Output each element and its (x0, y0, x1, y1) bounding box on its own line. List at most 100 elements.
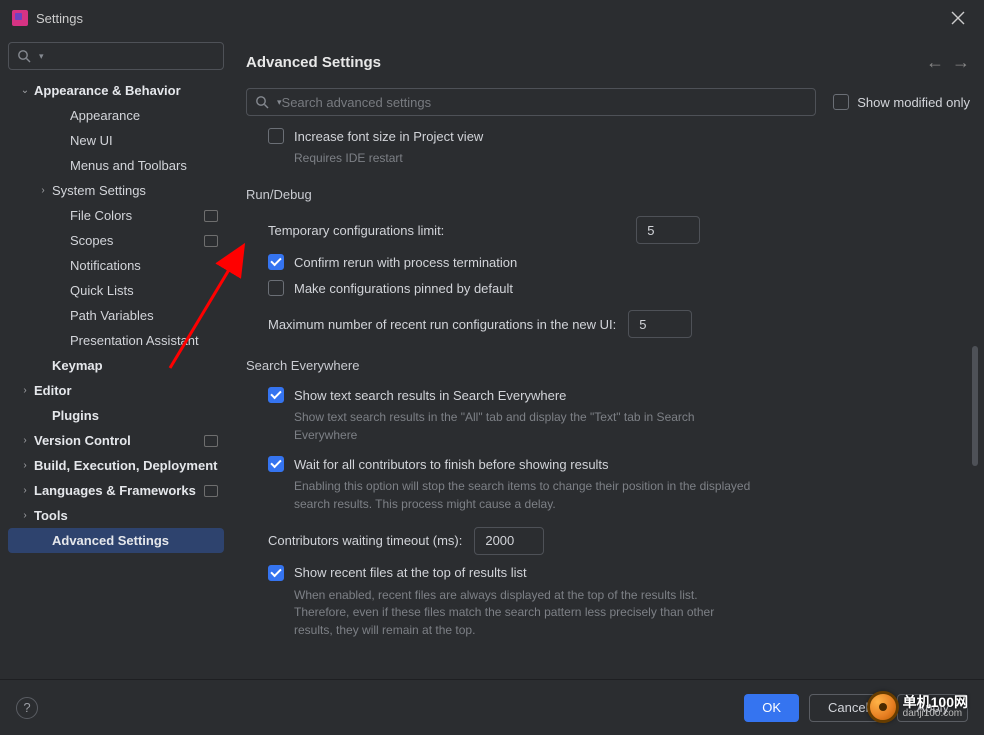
tree-item[interactable]: Keymap (8, 353, 224, 378)
make-pinned-label: Make configurations pinned by default (294, 281, 513, 296)
chevron-down-icon: ▾ (39, 51, 44, 62)
tree-item-label: File Colors (70, 208, 204, 223)
tree-item-label: Menus and Toolbars (70, 158, 218, 173)
chevron-icon: › (16, 510, 34, 521)
chevron-icon: › (34, 185, 52, 196)
show-recent-checkbox[interactable] (268, 565, 284, 581)
show-recent-hint: When enabled, recent files are always di… (294, 587, 754, 639)
temp-config-input[interactable] (636, 216, 700, 244)
tree-item-label: Version Control (34, 433, 204, 448)
tree-item[interactable]: Presentation Assistant (8, 328, 224, 353)
tree-item-label: Appearance & Behavior (34, 83, 218, 98)
settings-filter-search[interactable]: ▾ (246, 88, 816, 116)
title-bar: Settings (0, 0, 984, 36)
contrib-timeout-label: Contributors waiting timeout (ms): (268, 533, 462, 548)
tree-item[interactable]: Plugins (8, 403, 224, 428)
tree-item-label: Path Variables (70, 308, 218, 323)
increase-font-hint: Requires IDE restart (294, 150, 754, 167)
watermark-logo (867, 691, 899, 723)
tree-item-label: System Settings (52, 183, 218, 198)
content-panel: Advanced Settings ← → ▾ Show modified on… (230, 36, 984, 679)
page-title: Advanced Settings (246, 54, 381, 71)
tree-item-label: Build, Execution, Deployment (34, 458, 218, 473)
settings-filter-input[interactable] (282, 95, 807, 110)
tree-item-label: Editor (34, 383, 218, 398)
section-search-everywhere: Search Everywhere (246, 358, 940, 373)
tree-item[interactable]: Appearance (8, 103, 224, 128)
close-button[interactable] (944, 4, 972, 32)
search-icon (17, 49, 31, 63)
scrollbar-thumb[interactable] (972, 346, 978, 466)
sidebar-search[interactable]: ▾ (8, 42, 224, 70)
confirm-rerun-checkbox[interactable] (268, 254, 284, 270)
max-recent-label: Maximum number of recent run configurati… (268, 317, 616, 332)
tree-item[interactable]: Path Variables (8, 303, 224, 328)
contrib-timeout-input[interactable] (474, 527, 544, 555)
section-run-debug: Run/Debug (246, 187, 940, 202)
tree-item[interactable]: ⌄Appearance & Behavior (8, 78, 224, 103)
app-icon (12, 10, 28, 26)
watermark-url: danji100.com (903, 709, 968, 719)
sidebar: ▾ ⌄Appearance & Behavior Appearance New UI… (0, 36, 230, 679)
tree-item[interactable]: ›Version Control (8, 428, 224, 453)
wait-contrib-label: Wait for all contributors to finish befo… (294, 457, 609, 472)
tree-item[interactable]: ›Tools (8, 503, 224, 528)
tree-item[interactable]: Scopes (8, 228, 224, 253)
tree-item-label: Languages & Frameworks (34, 483, 204, 498)
increase-font-label: Increase font size in Project view (294, 129, 483, 144)
scrollbar-track[interactable] (970, 146, 978, 669)
window-title: Settings (36, 11, 83, 26)
search-icon (255, 95, 269, 109)
nav-arrows: ← → (926, 52, 970, 73)
tree-item[interactable]: File Colors (8, 203, 224, 228)
confirm-rerun-label: Confirm rerun with process termination (294, 255, 517, 270)
max-recent-input[interactable] (628, 310, 692, 338)
help-button[interactable]: ? (16, 697, 38, 719)
wait-contrib-checkbox[interactable] (268, 456, 284, 472)
chevron-icon: › (16, 435, 34, 446)
show-text-search-label: Show text search results in Search Every… (294, 388, 566, 403)
project-badge-icon (204, 485, 218, 497)
tree-item[interactable]: ›Build, Execution, Deployment (8, 453, 224, 478)
tree-item[interactable]: Notifications (8, 253, 224, 278)
tree-item[interactable]: Menus and Toolbars (8, 153, 224, 178)
chevron-icon: › (16, 485, 34, 496)
show-recent-label: Show recent files at the top of results … (294, 565, 527, 580)
tree-item[interactable]: ›Languages & Frameworks (8, 478, 224, 503)
dialog-footer: ? OK Cancel Apply (0, 679, 984, 735)
watermark: 单机100网 danji100.com (867, 691, 968, 723)
tree-item-label: Presentation Assistant (70, 333, 218, 348)
close-icon (951, 11, 965, 25)
project-badge-icon (204, 210, 218, 222)
temp-config-label: Temporary configurations limit: (268, 223, 444, 238)
tree-item-label: Scopes (70, 233, 204, 248)
tree-item-label: Advanced Settings (52, 533, 218, 548)
tree-item-label: Plugins (52, 408, 218, 423)
show-modified-only[interactable]: Show modified only (833, 94, 970, 110)
tree-item[interactable]: New UI (8, 128, 224, 153)
chevron-icon: › (16, 460, 34, 471)
tree-item[interactable]: Quick Lists (8, 278, 224, 303)
watermark-cn: 单机100网 (903, 695, 968, 709)
tree-item-label: Tools (34, 508, 218, 523)
chevron-icon: ⌄ (16, 85, 34, 96)
settings-tree: ⌄Appearance & Behavior Appearance New UI Me… (8, 78, 224, 673)
tree-item-label: Quick Lists (70, 283, 218, 298)
tree-item[interactable]: ›Editor (8, 378, 224, 403)
tree-item[interactable]: Advanced Settings (8, 528, 224, 553)
wait-contrib-hint: Enabling this option will stop the searc… (294, 478, 754, 513)
tree-item-label: Appearance (70, 108, 218, 123)
tree-item[interactable]: ›System Settings (8, 178, 224, 203)
make-pinned-checkbox[interactable] (268, 280, 284, 296)
tree-item-label: Keymap (52, 358, 218, 373)
settings-scroll-area[interactable]: Increase font size in Project view Requi… (246, 128, 970, 679)
tree-item-label: New UI (70, 133, 218, 148)
ok-button[interactable]: OK (744, 694, 799, 722)
increase-font-checkbox[interactable] (268, 128, 284, 144)
show-modified-label: Show modified only (857, 95, 970, 110)
nav-back-button[interactable]: ← (926, 52, 944, 73)
project-badge-icon (204, 435, 218, 447)
show-text-search-checkbox[interactable] (268, 387, 284, 403)
show-modified-checkbox[interactable] (833, 94, 849, 110)
nav-forward-button[interactable]: → (952, 52, 970, 73)
